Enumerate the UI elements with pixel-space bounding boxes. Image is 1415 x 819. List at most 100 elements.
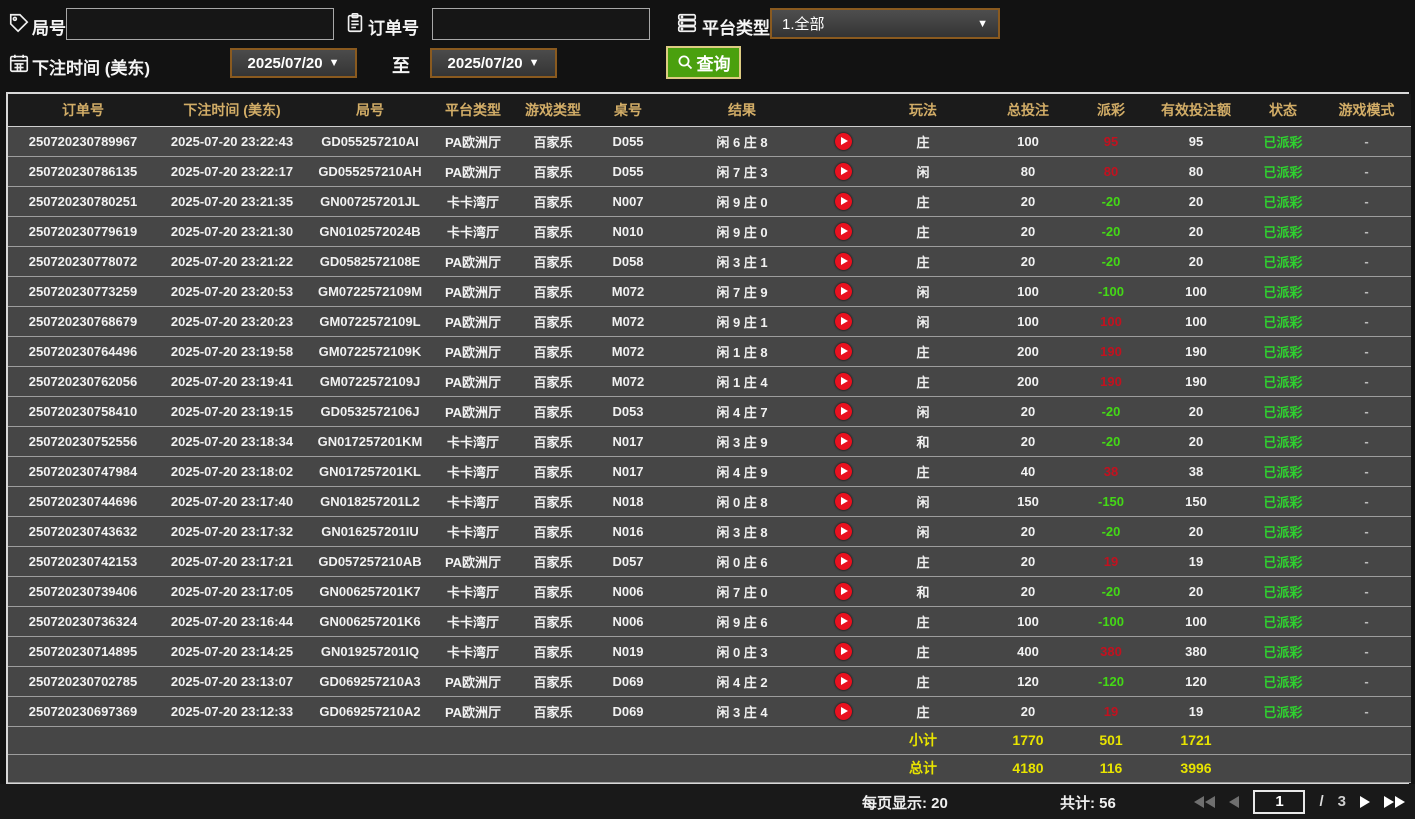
cell-payout: 100	[1074, 306, 1148, 337]
play-video-button[interactable]	[834, 402, 852, 420]
next-page-button[interactable]	[1360, 795, 1370, 808]
cell-bet-time: 2025-07-20 23:13:07	[158, 666, 306, 697]
play-video-button[interactable]	[834, 642, 852, 660]
play-video-button[interactable]	[834, 312, 852, 330]
play-video-button[interactable]	[834, 282, 852, 300]
last-page-button[interactable]	[1384, 795, 1405, 808]
cell-game-type: 百家乐	[512, 696, 594, 727]
play-video-button[interactable]	[834, 252, 852, 270]
play-icon	[840, 137, 848, 146]
cell-platform: PA欧洲厅	[434, 156, 512, 187]
play-icon	[840, 647, 848, 656]
cell-bet-time: 2025-07-20 23:17:32	[158, 516, 306, 547]
play-video-button[interactable]	[834, 672, 852, 690]
cell-play-type: 庄	[864, 216, 982, 247]
cell-total-bet: 200	[982, 366, 1074, 397]
date-from-value: 2025/07/20	[247, 54, 323, 72]
cell-bet-time: 2025-07-20 23:19:58	[158, 336, 306, 367]
cell-result: 闲 9 庄 0	[662, 186, 822, 217]
cell-round-no: GN018257201L2	[306, 486, 434, 517]
round-input[interactable]	[66, 8, 334, 40]
column-header-0: 订单号	[8, 94, 158, 127]
page-number-input[interactable]	[1253, 789, 1306, 814]
cell-bet-time: 2025-07-20 23:17:05	[158, 576, 306, 607]
cell-order-no: 250720230773259	[8, 276, 158, 307]
cell-play	[822, 576, 864, 607]
cell-payout: 19	[1074, 696, 1148, 727]
platform-select-value: 1.全部	[782, 16, 825, 33]
cell-platform: 卡卡湾厅	[434, 186, 512, 217]
cell-result: 闲 6 庄 8	[662, 126, 822, 157]
query-button[interactable]: 查询	[666, 46, 741, 79]
cell-play-type: 闲	[864, 276, 982, 307]
cell-payout: -20	[1074, 396, 1148, 427]
cell-valid-bet: 19	[1148, 546, 1244, 577]
page-size-label: 每页显示: 20	[862, 795, 948, 812]
play-icon	[840, 467, 848, 476]
play-video-button[interactable]	[834, 552, 852, 570]
cell-payout: 19	[1074, 546, 1148, 577]
play-video-button[interactable]	[834, 702, 852, 720]
play-video-button[interactable]	[834, 582, 852, 600]
cell-order-no: 250720230739406	[8, 576, 158, 607]
play-icon	[840, 617, 848, 626]
platform-select[interactable]: 1.全部 ▼	[770, 8, 1000, 39]
cell-valid-bet: 150	[1148, 486, 1244, 517]
cell-status: 已派彩	[1244, 576, 1322, 607]
column-header-4: 游戏类型	[512, 94, 594, 127]
date-from-picker[interactable]: 2025/07/20 ▼	[230, 48, 357, 78]
cell-order-no: 250720230758410	[8, 396, 158, 427]
cell-table-no: N006	[594, 576, 662, 607]
play-icon	[840, 677, 848, 686]
date-to-value: 2025/07/20	[447, 54, 523, 72]
order-input[interactable]	[432, 8, 650, 40]
cell-bet-time: 2025-07-20 23:18:02	[158, 456, 306, 487]
cell-result: 闲 9 庄 1	[662, 306, 822, 337]
play-video-button[interactable]	[834, 222, 852, 240]
cell-payout: 380	[1074, 636, 1148, 667]
cell-total-bet: 20	[982, 396, 1074, 427]
cell-table-no: D057	[594, 546, 662, 577]
cell-result: 闲 7 庄 3	[662, 156, 822, 187]
date-to-picker[interactable]: 2025/07/20 ▼	[430, 48, 557, 78]
cell-order-no: 250720230780251	[8, 186, 158, 217]
table-row: 250720230780251 2025-07-20 23:21:35 GN0072…	[8, 186, 1411, 217]
cell-round-no: GN007257201JL	[306, 186, 434, 217]
cell-play	[822, 456, 864, 487]
cell-platform: PA欧洲厅	[434, 546, 512, 577]
previous-page-button[interactable]	[1229, 795, 1240, 808]
cell-bet-time: 2025-07-20 23:19:41	[158, 366, 306, 397]
play-video-button[interactable]	[834, 342, 852, 360]
play-video-button[interactable]	[834, 162, 852, 180]
play-video-button[interactable]	[834, 492, 852, 510]
table-row: 250720230736324 2025-07-20 23:16:44 GN0062…	[8, 606, 1411, 637]
cell-game-mode: -	[1322, 696, 1411, 727]
play-video-button[interactable]	[834, 612, 852, 630]
cell-status: 已派彩	[1244, 426, 1322, 457]
cell-table-no: M072	[594, 276, 662, 307]
cell-game-mode: -	[1322, 606, 1411, 637]
cell-game-mode: -	[1322, 426, 1411, 457]
cell-play-type: 庄	[864, 666, 982, 697]
bet-records-table: 订单号 下注时间 (美东) 局号 平台类型 游戏类型 桌号 结果 玩法 总投注 派彩 有效投注额 状态…	[6, 92, 1411, 784]
play-video-button[interactable]	[834, 372, 852, 390]
play-video-button[interactable]	[834, 462, 852, 480]
cell-play-type: 和	[864, 426, 982, 457]
cell-bet-time: 2025-07-20 23:12:33	[158, 696, 306, 727]
play-video-button[interactable]	[834, 132, 852, 150]
cell-round-no: GM0722572109M	[306, 276, 434, 307]
cell-result: 闲 7 庄 0	[662, 576, 822, 607]
cell-game-type: 百家乐	[512, 156, 594, 187]
cell-game-type: 百家乐	[512, 396, 594, 427]
cell-order-no: 250720230764496	[8, 336, 158, 367]
cell-valid-bet: 20	[1148, 396, 1244, 427]
cell-order-no: 250720230714895	[8, 636, 158, 667]
play-video-button[interactable]	[834, 522, 852, 540]
cell-status: 已派彩	[1244, 156, 1322, 187]
first-page-button[interactable]	[1194, 795, 1216, 808]
cell-bet-time: 2025-07-20 23:22:43	[158, 126, 306, 157]
cell-play	[822, 666, 864, 697]
play-video-button[interactable]	[834, 192, 852, 210]
play-video-button[interactable]	[834, 432, 852, 450]
cell-order-no: 250720230743632	[8, 516, 158, 547]
